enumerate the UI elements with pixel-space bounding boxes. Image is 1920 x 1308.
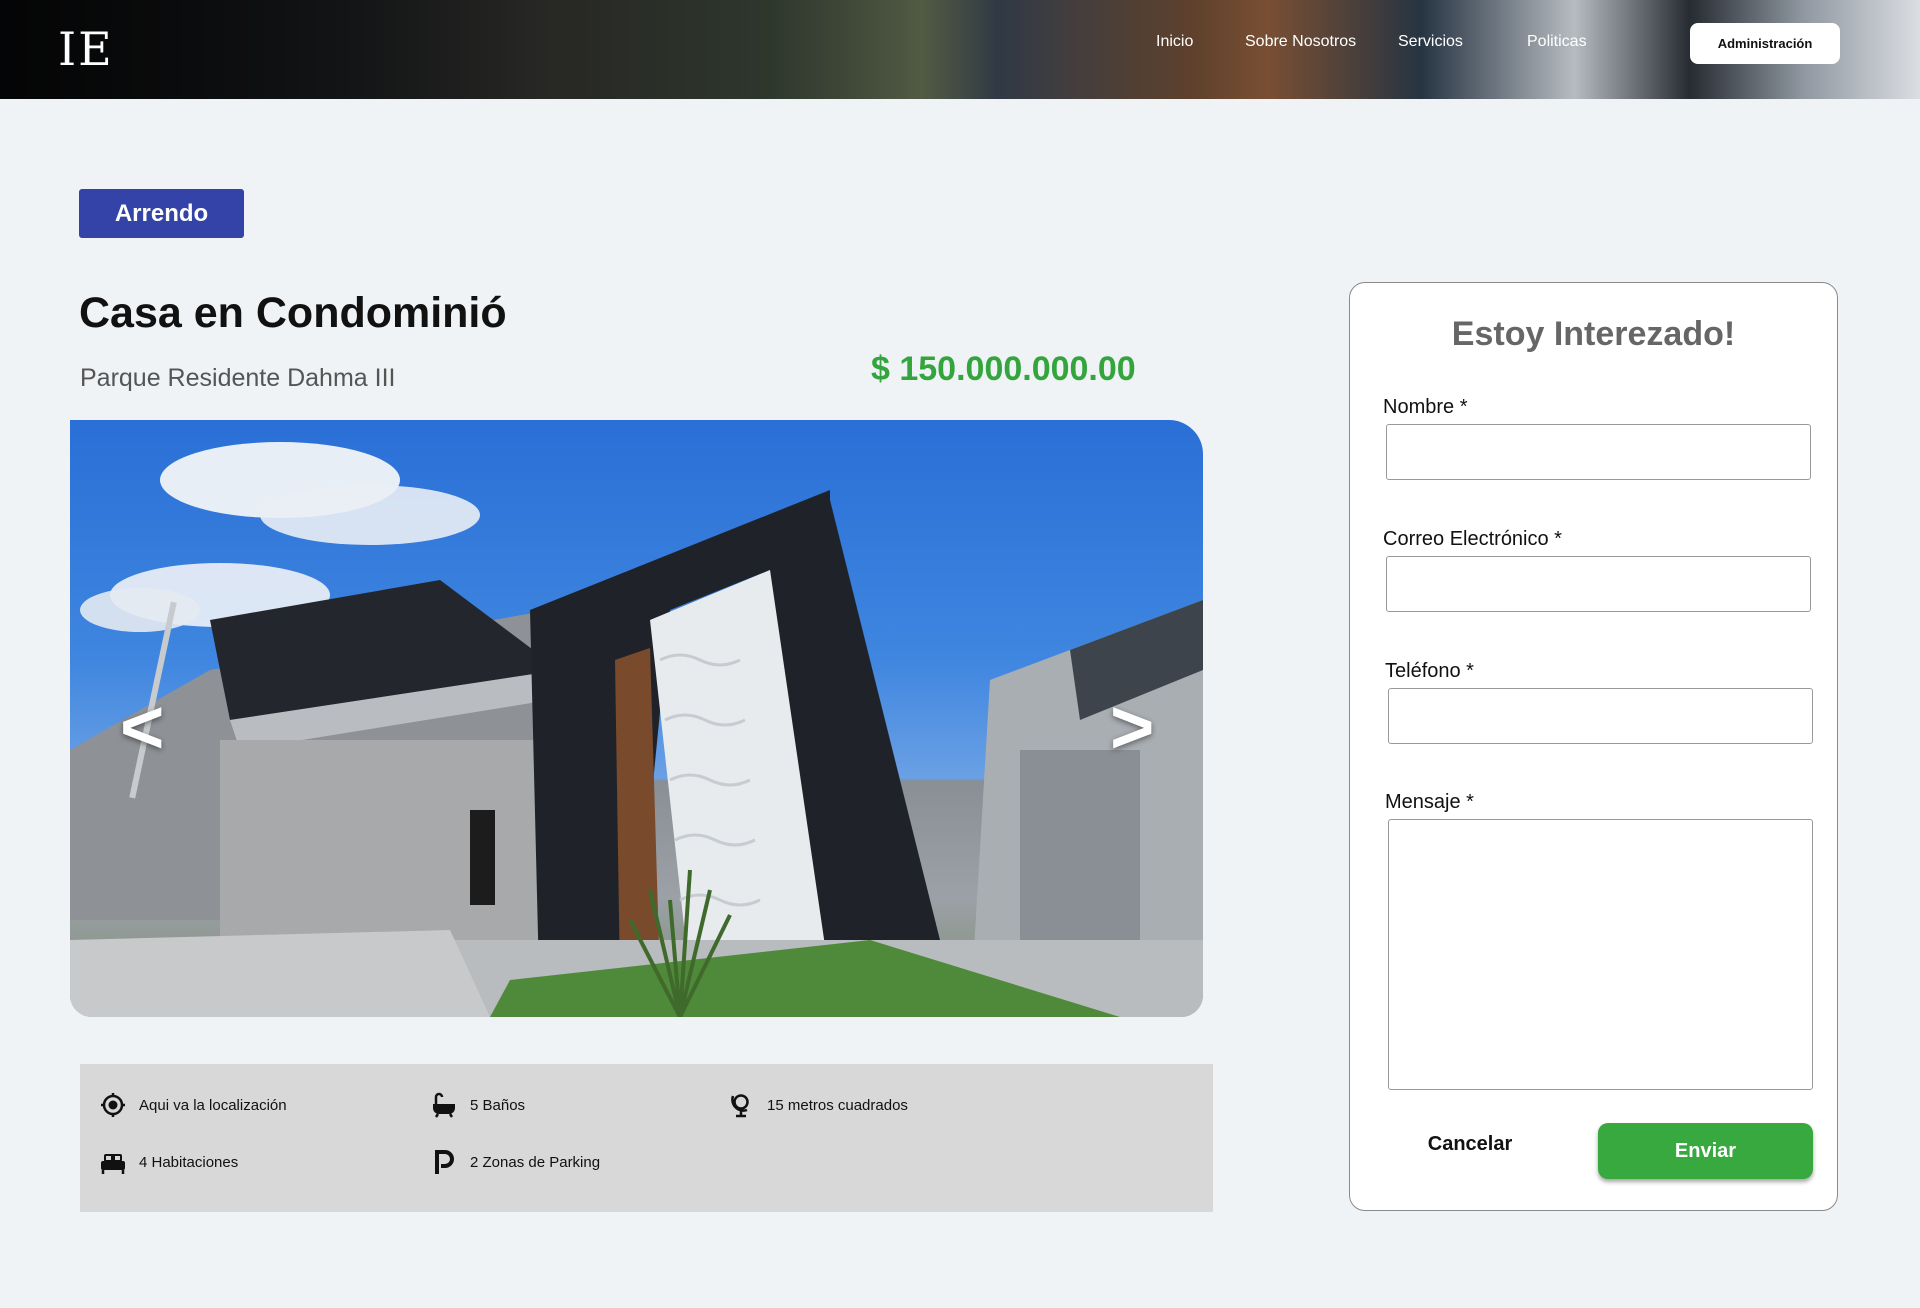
phone-input[interactable] <box>1388 688 1813 744</box>
feature-location-text: Aqui va la localización <box>139 1096 287 1114</box>
cancel-button[interactable]: Cancelar <box>1390 1121 1550 1167</box>
parking-icon <box>430 1148 458 1176</box>
nav-inicio[interactable]: Inicio <box>1156 33 1193 51</box>
feature-bedrooms: 4 Habitaciones <box>99 1148 238 1176</box>
site-header: IE Inicio Sobre Nosotros Servicios Polit… <box>0 0 1920 99</box>
nav-sobre-nosotros[interactable]: Sobre Nosotros <box>1245 33 1356 51</box>
feature-bedrooms-text: 4 Habitaciones <box>139 1153 239 1171</box>
form-title: Estoy Interezado! <box>1451 315 1736 353</box>
bathtub-icon <box>430 1091 458 1119</box>
feature-bathrooms: 5 Baños <box>430 1091 525 1119</box>
location-target-icon <box>99 1091 127 1119</box>
feature-location: Aqui va la localización <box>99 1091 287 1119</box>
features-panel: Aqui va la localización 5 Baños 15 metro… <box>80 1064 1213 1212</box>
message-label: Mensaje * <box>1385 791 1474 813</box>
message-textarea[interactable] <box>1388 819 1813 1090</box>
nav-politicas[interactable]: Politicas <box>1527 33 1587 51</box>
nav-servicios[interactable]: Servicios <box>1398 33 1463 51</box>
admin-button[interactable]: Administración <box>1690 23 1840 64</box>
feature-area: 15 metros cuadrados <box>727 1091 908 1119</box>
email-input[interactable] <box>1386 556 1811 612</box>
house-photo <box>70 442 1203 1017</box>
email-label: Correo Electrónico * <box>1383 528 1562 550</box>
carousel-next-arrow[interactable]: > <box>1110 690 1154 766</box>
phone-label: Teléfono * <box>1385 660 1474 682</box>
feature-parking-text: 2 Zonas de Parking <box>470 1153 601 1171</box>
listing-price: $ 150.000.000.00 <box>871 350 1136 388</box>
send-button[interactable]: Enviar <box>1598 1123 1813 1179</box>
site-logo[interactable]: IE <box>58 22 114 76</box>
listing-type-badge: Arrendo <box>79 189 244 238</box>
feature-bathrooms-text: 5 Baños <box>470 1096 526 1114</box>
feature-parking: 2 Zonas de Parking <box>430 1148 600 1176</box>
interest-form: Estoy Interezado! Nombre * Correo Electr… <box>1349 282 1838 1211</box>
globe-stand-icon <box>727 1091 755 1119</box>
bed-icon <box>99 1148 127 1176</box>
name-input[interactable] <box>1386 424 1811 480</box>
name-label: Nombre * <box>1383 396 1468 418</box>
feature-area-text: 15 metros cuadrados <box>767 1096 908 1114</box>
listing-title: Casa en Condominió <box>79 289 507 337</box>
listing-location: Parque Residente Dahma III <box>80 364 396 392</box>
carousel-prev-arrow[interactable]: < <box>120 690 164 766</box>
photo-carousel: < > <box>70 420 1203 1017</box>
